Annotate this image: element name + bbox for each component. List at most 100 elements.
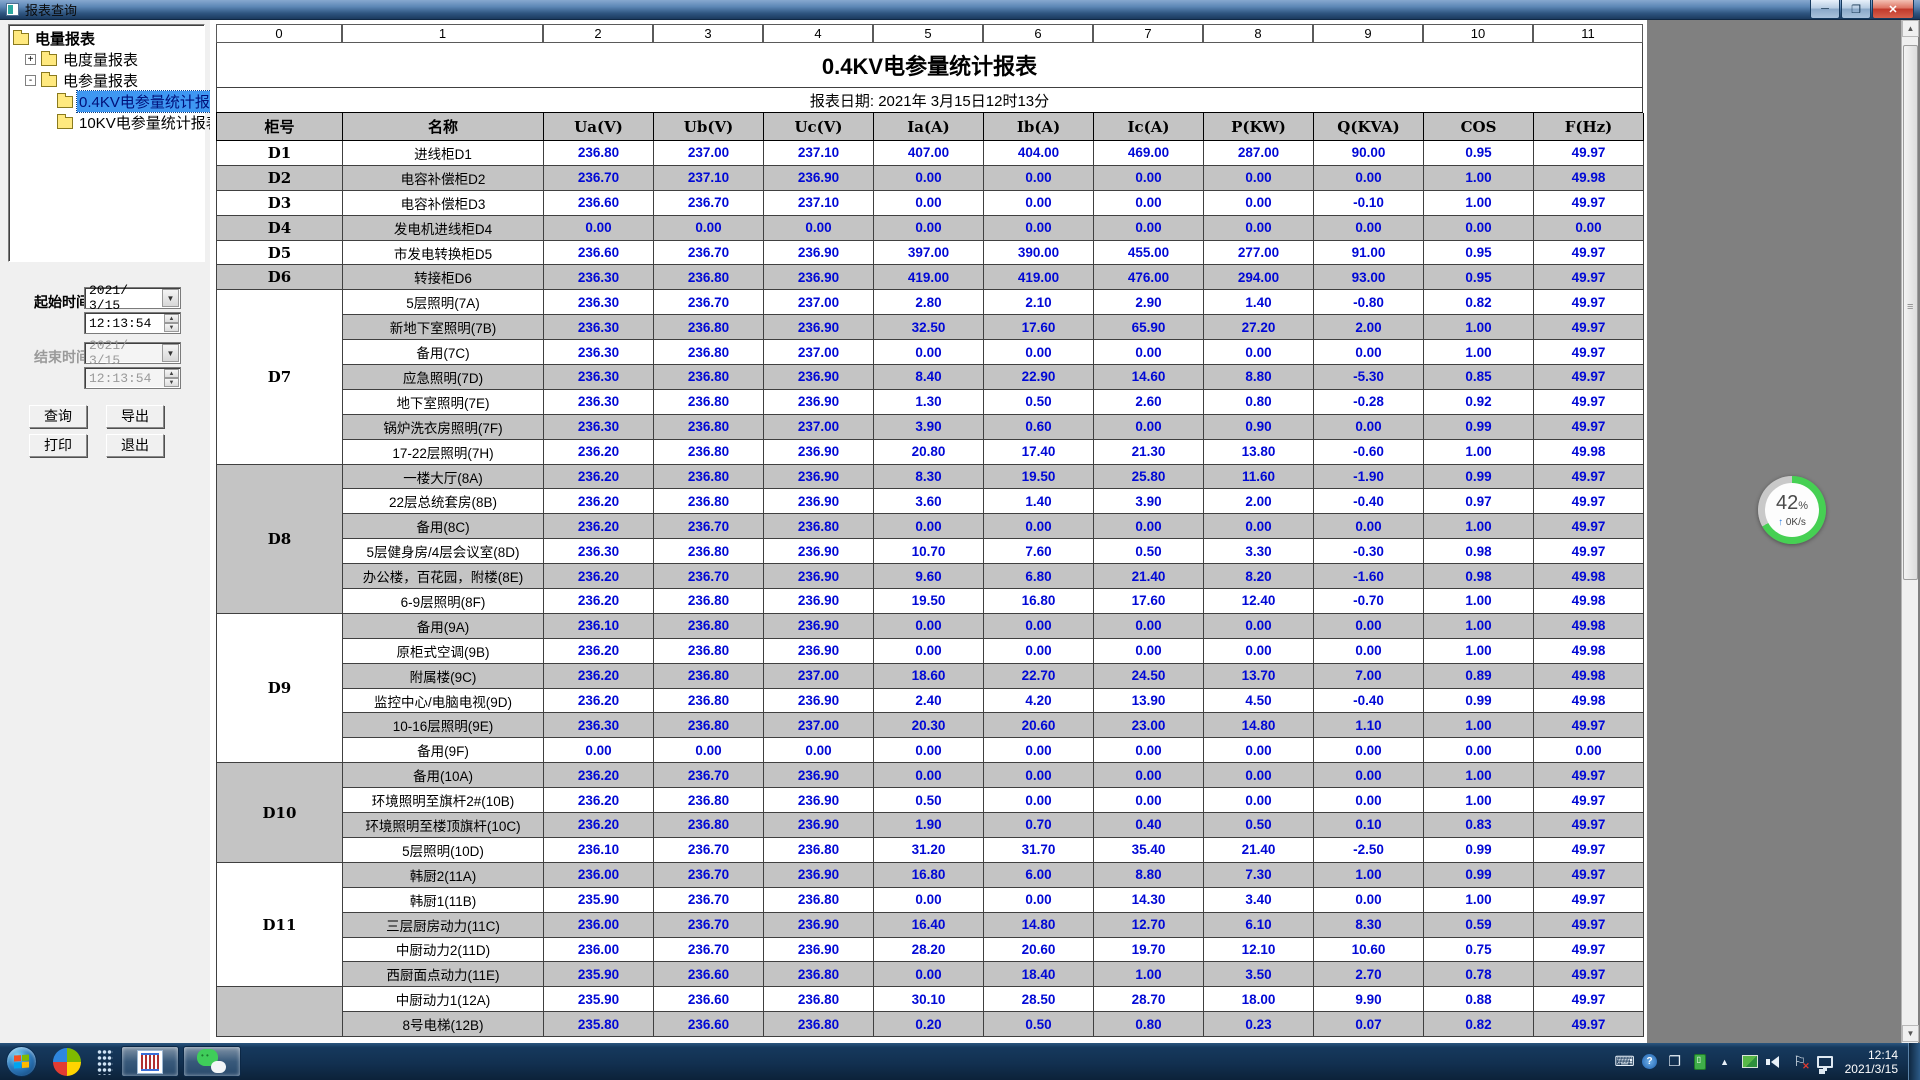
export-button[interactable]: 导出 — [106, 405, 164, 428]
column-header: P(KW) — [1204, 113, 1314, 141]
chevron-down-icon[interactable]: ▼ — [162, 344, 179, 362]
spinner-arrows[interactable]: ▲▼ — [164, 369, 179, 387]
start-time-spinner[interactable]: 12:13:54 ▲▼ — [84, 312, 181, 334]
value-cell: 1.00 — [1424, 166, 1534, 191]
value-cell: 0.00 — [1204, 639, 1314, 664]
value-cell: 35.40 — [1094, 838, 1204, 863]
taskbar-clock[interactable]: 12:14 2021/3/15 — [1845, 1048, 1898, 1076]
taskbar-report-app[interactable] — [121, 1046, 179, 1077]
tree-item-04kv-report[interactable]: 0.4KV电参量统计报表 — [55, 91, 202, 112]
value-cell: 236.00 — [544, 913, 654, 938]
column-number[interactable]: 9 — [1313, 24, 1423, 43]
value-cell: 0.50 — [874, 788, 984, 813]
tree-item-parameter-report[interactable]: - 电参量报表 — [25, 70, 202, 91]
value-cell: 0.00 — [654, 216, 764, 241]
column-number[interactable]: 8 — [1203, 24, 1313, 43]
value-cell: 236.90 — [764, 614, 874, 639]
column-number[interactable]: 5 — [873, 24, 983, 43]
taskbar: ⌨ ? ❐ ▲ ⚐ 12:14 2021/3/15 — [0, 1043, 1920, 1080]
tree-item-energy-report[interactable]: + 电度量报表 — [25, 49, 202, 70]
column-number[interactable]: 1 — [342, 24, 543, 43]
window-stack-icon[interactable]: ❐ — [1664, 1051, 1686, 1073]
value-cell: 16.40 — [874, 913, 984, 938]
value-cell: 236.90 — [764, 913, 874, 938]
taskbar-pinwheel-app[interactable] — [45, 1046, 89, 1077]
value-cell: 0.00 — [874, 216, 984, 241]
value-cell: 236.80 — [764, 888, 874, 913]
value-cell: 236.20 — [544, 465, 654, 490]
table-row: 电容补偿柜D2236.70237.10236.900.000.000.000.0… — [343, 166, 1644, 191]
value-cell: 1.40 — [984, 489, 1094, 514]
dot-grid-icon — [97, 1049, 113, 1075]
value-cell: 236.80 — [764, 514, 874, 539]
action-center-icon[interactable]: ⚐ — [1789, 1051, 1811, 1073]
value-cell: 19.50 — [874, 589, 984, 614]
table-row: 备用(8C)236.20236.70236.800.000.000.000.00… — [343, 514, 1644, 539]
end-date-picker[interactable]: 2021/ 3/15 ▼ — [84, 342, 181, 364]
network-icon[interactable] — [1814, 1051, 1836, 1073]
row-name: 地下室照明(7E) — [343, 390, 544, 415]
value-cell: 12.70 — [1094, 913, 1204, 938]
value-cell: 49.98 — [1534, 564, 1644, 589]
value-cell: 236.70 — [654, 241, 764, 266]
volume-icon[interactable] — [1764, 1051, 1786, 1073]
hidden-icons-chevron[interactable]: ▲ — [1714, 1051, 1736, 1073]
value-cell: 277.00 — [1204, 241, 1314, 266]
taskbar-app-grid[interactable] — [93, 1046, 117, 1077]
column-number[interactable]: 2 — [543, 24, 653, 43]
exit-button[interactable]: 退出 — [106, 434, 164, 457]
value-cell: 0.07 — [1314, 1012, 1424, 1037]
start-date-picker[interactable]: 2021/ 3/15 ▼ — [84, 287, 181, 309]
value-cell: 7.30 — [1204, 863, 1314, 888]
query-button[interactable]: 查询 — [29, 405, 87, 428]
column-number[interactable]: 10 — [1423, 24, 1533, 43]
usb-device-icon[interactable] — [1689, 1051, 1711, 1073]
column-header: Ua(V) — [544, 113, 654, 141]
collapse-icon[interactable]: - — [25, 75, 36, 86]
help-icon[interactable]: ? — [1639, 1051, 1661, 1073]
value-cell: 236.90 — [764, 863, 874, 888]
display-settings-icon[interactable] — [1739, 1051, 1761, 1073]
show-desktop-button[interactable] — [1908, 1043, 1920, 1080]
column-number[interactable]: 11 — [1533, 24, 1643, 43]
column-number[interactable]: 6 — [983, 24, 1093, 43]
column-number[interactable]: 3 — [653, 24, 763, 43]
value-cell: 236.70 — [654, 938, 764, 963]
scrollbar-thumb[interactable] — [1903, 45, 1918, 580]
value-cell: 0.00 — [1204, 788, 1314, 813]
speed-widget[interactable]: 42% ↑ 0K/s — [1758, 476, 1826, 544]
sidebar: 电量报表 + 电度量报表 - 电参量报表 0.4KV电参量统计报表 10KV电参… — [0, 20, 210, 1043]
tree-root-item[interactable]: 电量报表 — [11, 28, 202, 49]
value-cell: 236.30 — [544, 539, 654, 564]
value-cell: 236.90 — [764, 639, 874, 664]
chevron-down-icon[interactable]: ▼ — [162, 289, 179, 307]
report-tree: 电量报表 + 电度量报表 - 电参量报表 0.4KV电参量统计报表 10KV电参… — [8, 24, 205, 262]
expand-icon[interactable]: + — [25, 54, 36, 65]
minimize-button[interactable]: ─ — [1810, 0, 1840, 19]
column-number[interactable]: 7 — [1093, 24, 1203, 43]
scroll-down-icon[interactable]: ▼ — [1902, 1025, 1919, 1042]
start-button[interactable] — [6, 1046, 37, 1077]
column-number[interactable]: 0 — [216, 24, 342, 43]
spinner-arrows[interactable]: ▲▼ — [164, 314, 179, 332]
row-name: 17-22层照明(7H) — [343, 440, 544, 465]
value-cell: 8.40 — [874, 365, 984, 390]
keyboard-icon[interactable]: ⌨ — [1614, 1051, 1636, 1073]
end-time-spinner[interactable]: 12:13:54 ▲▼ — [84, 367, 181, 389]
taskbar-wechat[interactable] — [183, 1046, 241, 1077]
value-cell: 0.00 — [1424, 738, 1534, 763]
value-cell: 0.00 — [1204, 216, 1314, 241]
value-cell: 235.80 — [544, 1012, 654, 1037]
restore-button[interactable]: ❐ — [1841, 0, 1871, 19]
tree-item-10kv-report[interactable]: 10KV电参量统计报表 — [55, 112, 202, 133]
cabinet-label: D4 — [217, 216, 343, 241]
window-titlebar[interactable]: 报表查询 ─ ❐ ✕ — [0, 0, 1920, 20]
scroll-up-icon[interactable]: ▲ — [1902, 20, 1919, 37]
vertical-scrollbar[interactable]: ▲ ▼ — [1901, 20, 1918, 1043]
close-button[interactable]: ✕ — [1872, 0, 1914, 19]
table-row: 发电机进线柜D40.000.000.000.000.000.000.000.00… — [343, 216, 1644, 241]
column-number[interactable]: 4 — [763, 24, 873, 43]
value-cell: 0.00 — [544, 738, 654, 763]
print-button[interactable]: 打印 — [29, 434, 87, 457]
value-cell: 0.00 — [1204, 166, 1314, 191]
